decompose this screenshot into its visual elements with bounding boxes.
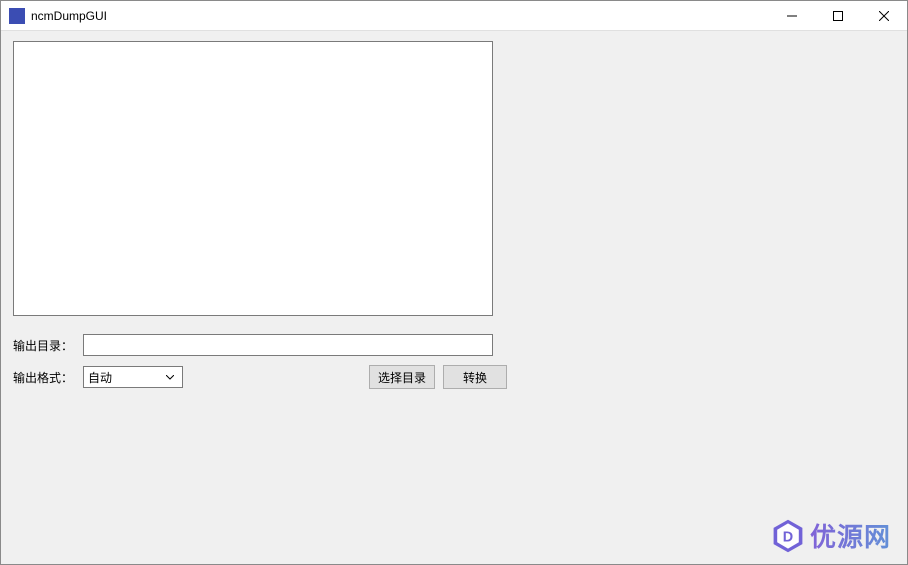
maximize-button[interactable]: [815, 1, 861, 30]
svg-text:D: D: [783, 529, 793, 545]
output-format-value: 自动: [88, 369, 162, 386]
watermark: D 优源网: [770, 517, 891, 554]
app-window: ncmDumpGUI 输出目录： 输出格式： 自动: [0, 0, 908, 565]
titlebar: ncmDumpGUI: [1, 1, 907, 31]
output-dir-input[interactable]: [83, 334, 493, 356]
close-button[interactable]: [861, 1, 907, 30]
select-dir-button[interactable]: 选择目录: [369, 365, 435, 389]
output-dir-label: 输出目录：: [13, 337, 83, 354]
close-icon: [879, 11, 889, 21]
app-icon: [9, 8, 25, 24]
output-format-label: 输出格式：: [13, 369, 83, 386]
output-dir-row: 输出目录：: [13, 334, 895, 356]
window-controls: [769, 1, 907, 30]
watermark-logo-icon: D: [770, 518, 806, 554]
minimize-button[interactable]: [769, 1, 815, 30]
client-area: 输出目录： 输出格式： 自动 选择目录 转换 D 优源网: [1, 31, 907, 564]
button-row: 选择目录 转换: [369, 365, 507, 389]
window-title: ncmDumpGUI: [31, 9, 769, 23]
watermark-text: 优源网: [810, 517, 891, 554]
minimize-icon: [787, 11, 797, 21]
file-list[interactable]: [13, 41, 493, 316]
maximize-icon: [833, 11, 843, 21]
output-format-row: 输出格式： 自动 选择目录 转换: [13, 366, 507, 388]
output-format-combobox[interactable]: 自动: [83, 366, 183, 388]
chevron-down-icon: [162, 375, 178, 380]
convert-button[interactable]: 转换: [443, 365, 507, 389]
